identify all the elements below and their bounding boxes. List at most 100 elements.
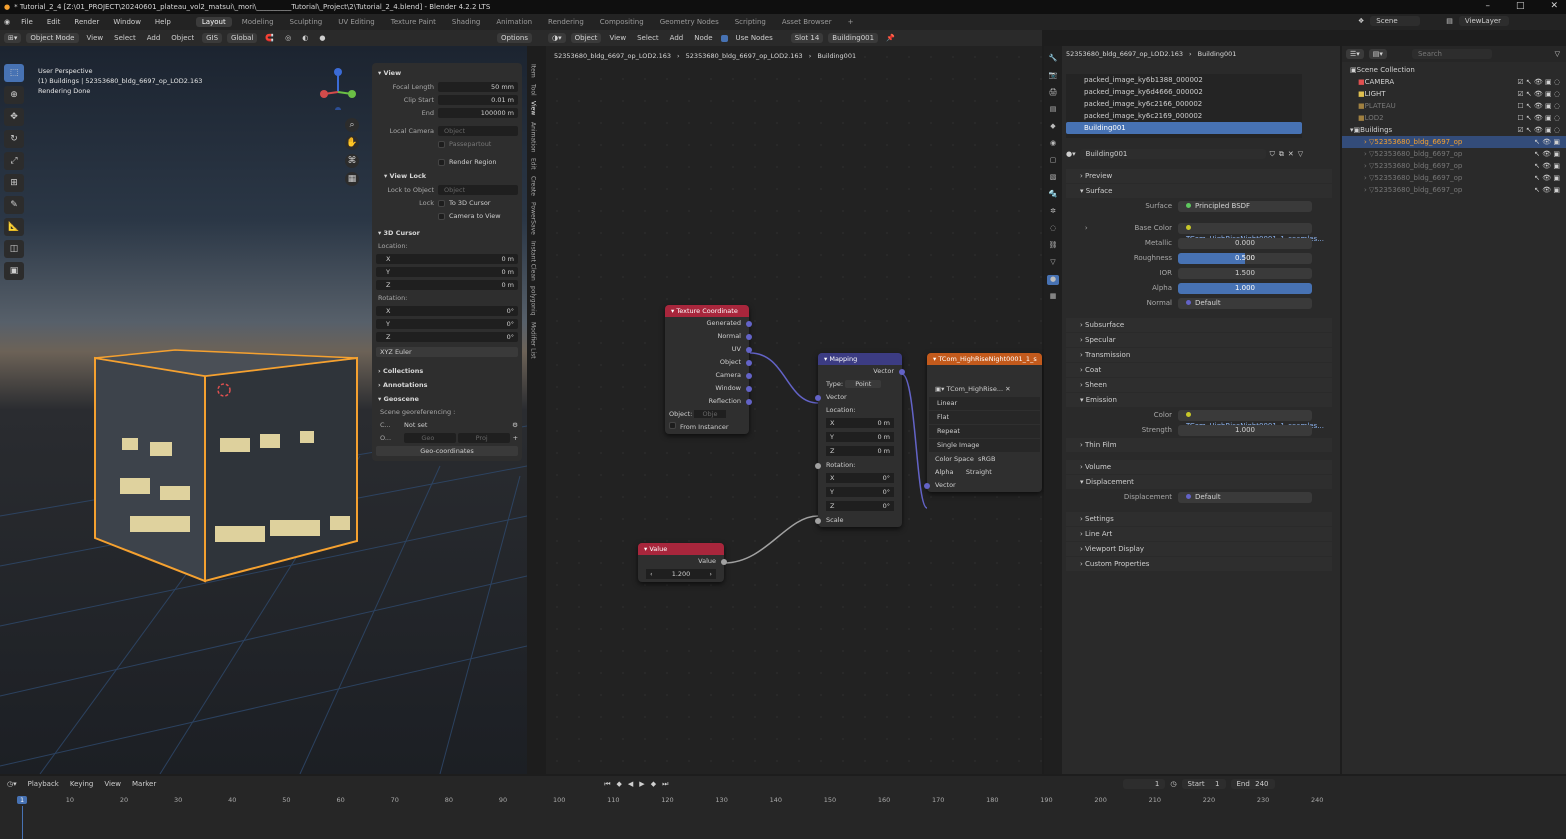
color-space-dropdown[interactable]: sRGB <box>978 455 995 463</box>
next-keyframe-icon[interactable]: ◆ <box>651 780 656 789</box>
texture-coordinate-node[interactable]: ▾ Texture Coordinate Generated Normal UV… <box>665 305 752 434</box>
outliner-filter-icon[interactable]: ▽ <box>1555 50 1560 58</box>
add-icon[interactable]: + <box>513 434 518 442</box>
geo-button[interactable]: Geo <box>404 433 456 443</box>
pin-icon[interactable]: 📌 <box>883 33 898 43</box>
sheen-panel-header[interactable]: › Sheen <box>1066 378 1332 392</box>
measure-tool-icon[interactable]: 📐 <box>4 218 24 236</box>
socket-mapping-out[interactable] <box>899 369 905 375</box>
emission-strength-field[interactable]: 1.000 <box>1178 424 1312 436</box>
displacement-input[interactable]: Default <box>1178 491 1312 503</box>
preview-panel-header[interactable]: › Preview <box>1066 169 1332 183</box>
viewport-menu-add[interactable]: Add <box>144 33 164 43</box>
cursor-rot-z-field[interactable]: Z 0° <box>376 332 518 342</box>
extra-tool-icon[interactable]: ▣ <box>4 262 24 280</box>
minimize-icon[interactable]: – <box>1485 1 1490 11</box>
mapping-node[interactable]: ▾ Mapping Vector Type: Point Vector Loca… <box>815 353 905 527</box>
scale-tool-icon[interactable]: ⤢ <box>4 152 24 170</box>
socket-mapping-vector-in[interactable] <box>815 395 821 401</box>
node-editor-type-button[interactable]: ◑▾ <box>548 33 566 43</box>
editor-type-button[interactable]: ⊞▾ <box>4 33 22 43</box>
viewport-menu-select[interactable]: Select <box>111 33 139 43</box>
workspace-tab-modeling[interactable]: Modeling <box>236 17 280 27</box>
timeline-menu-keying[interactable]: Keying <box>67 779 97 789</box>
rotate-tool-icon[interactable]: ↻ <box>4 130 24 148</box>
timeline-menu-view[interactable]: View <box>101 779 124 789</box>
passepartout-checkbox[interactable] <box>438 140 445 148</box>
filter-icon[interactable]: ▽ <box>1298 150 1303 158</box>
unlink-material-icon[interactable]: ✕ <box>1288 150 1294 158</box>
visibility-icons[interactable]: ☑ ↖ 👁 ▣ ◌ <box>1517 76 1560 88</box>
socket-image-vector-in[interactable] <box>924 483 930 489</box>
add-cube-tool-icon[interactable]: ◫ <box>4 240 24 258</box>
material-slot-item[interactable]: packed_image_ky6c2169_000002 <box>1066 110 1302 122</box>
modifier-props-icon[interactable]: 🔩 <box>1047 190 1059 200</box>
scene-props-icon[interactable]: ◆ <box>1047 122 1059 132</box>
cursor-rot-y-field[interactable]: Y 0° <box>376 319 518 329</box>
workspace-tab-asset-browser[interactable]: Asset Browser <box>776 17 838 27</box>
cursor-rot-x-field[interactable]: X 0° <box>376 306 518 316</box>
focal-length-field[interactable]: 50 mm <box>438 82 518 92</box>
source-dropdown[interactable]: Single Image <box>929 439 1040 452</box>
sidebar-tab-instant-clean[interactable]: Instant Clean <box>530 241 537 281</box>
mapping-loc-z[interactable]: Z0 m <box>818 446 902 459</box>
timeline-menu-playback[interactable]: Playback <box>25 779 62 789</box>
outliner-row-plateau[interactable]: ■ PLATEAU ☐ ↖ 👁 ▣ ◌ <box>1342 100 1566 112</box>
outliner-row-building[interactable]: › ▽ 52353680_bldg_6697_op ↖ 👁 ▣ <box>1342 148 1566 160</box>
value-field[interactable]: ‹ 1.200 › <box>638 569 724 582</box>
emission-color-input[interactable]: TCom_HighRiseNight0001_1_seamles... <box>1178 409 1324 430</box>
zoom-icon[interactable]: ⌕ <box>345 118 359 132</box>
workspace-tab-layout[interactable]: Layout <box>195 17 232 27</box>
local-camera-field[interactable]: Object <box>438 126 518 136</box>
material-props-icon[interactable]: ● <box>1047 275 1059 285</box>
from-instancer-checkbox[interactable] <box>669 422 676 429</box>
snap-icon[interactable]: 🧲 <box>262 33 277 43</box>
visibility-icons[interactable]: ☐ ↖ 👁 ▣ ◌ <box>1517 112 1560 124</box>
menu-edit[interactable]: Edit <box>42 17 66 27</box>
mapping-rot-z[interactable]: Z 0° <box>818 501 902 514</box>
tool-props-icon[interactable]: 🔧 <box>1047 54 1059 64</box>
3d-cursor-section-header[interactable]: ▾ 3D Cursor <box>376 226 518 240</box>
material-selector[interactable]: Building001 <box>828 33 879 43</box>
normal-input[interactable]: Default <box>1178 297 1312 309</box>
mapping-loc-y[interactable]: Y0 m <box>818 432 902 445</box>
alpha-mode-dropdown[interactable]: Straight <box>966 468 992 476</box>
collection-props-icon[interactable]: ▢ <box>1047 156 1059 166</box>
blender-menu-icon[interactable]: ◉ <box>4 18 10 26</box>
sidebar-tab-polygoniq[interactable]: polygoniq <box>530 286 537 315</box>
gis-menu[interactable]: GIS <box>202 33 223 43</box>
workspace-tab-rendering[interactable]: Rendering <box>542 17 590 27</box>
node-menu-select[interactable]: Select <box>634 33 662 43</box>
ortho-grid-icon[interactable]: ▦ <box>345 172 359 186</box>
jump-end-icon[interactable]: ⏭ <box>662 780 668 789</box>
outliner-search-input[interactable]: Search <box>1411 49 1492 59</box>
clip-end-field[interactable]: 100000 m <box>438 108 518 118</box>
image-close-icon[interactable]: ✕ <box>1005 385 1010 393</box>
rotation-mode-dropdown[interactable]: XYZ Euler <box>376 347 518 357</box>
value-node-header[interactable]: ▾ Value <box>638 543 724 555</box>
socket-object[interactable] <box>746 360 752 366</box>
material-slot-item[interactable]: packed_image_ky6c2166_000002 <box>1066 98 1302 110</box>
cursor-z-field[interactable]: Z0 m <box>376 280 518 290</box>
collections-section-header[interactable]: › Collections <box>376 364 518 378</box>
geo-coordinates-button[interactable]: Geo-coordinates <box>376 446 518 456</box>
transmission-panel-header[interactable]: › Transmission <box>1066 348 1332 362</box>
annotate-tool-icon[interactable]: ✎ <box>4 196 24 214</box>
play-reverse-icon[interactable]: ◀ <box>628 780 633 789</box>
socket-camera[interactable] <box>746 373 752 379</box>
sidebar-tab-item[interactable]: Item <box>530 64 537 78</box>
menu-window[interactable]: Window <box>108 17 146 27</box>
to-3d-cursor-checkbox[interactable] <box>438 199 445 207</box>
slot-dropdown[interactable]: Slot 14 <box>790 33 824 43</box>
viewport-display-panel-header[interactable]: › Viewport Display <box>1066 542 1332 556</box>
current-frame-field[interactable]: 1 <box>1123 779 1166 789</box>
mode-dropdown[interactable]: Object Mode <box>26 33 79 43</box>
outliner-row-light[interactable]: ■ LIGHT ☑ ↖ 👁 ▣ ◌ <box>1342 88 1566 100</box>
cursor-y-field[interactable]: Y0 m <box>376 267 518 277</box>
render-region-checkbox[interactable] <box>438 158 445 166</box>
material-slot-item[interactable]: packed_image_ky6b1388_000002 <box>1066 74 1302 86</box>
cursor-x-field[interactable]: X0 m <box>376 254 518 264</box>
workspace-tab-compositing[interactable]: Compositing <box>594 17 650 27</box>
sidebar-tab-modifier-list[interactable]: Modifier List <box>530 322 537 359</box>
coat-panel-header[interactable]: › Coat <box>1066 363 1332 377</box>
